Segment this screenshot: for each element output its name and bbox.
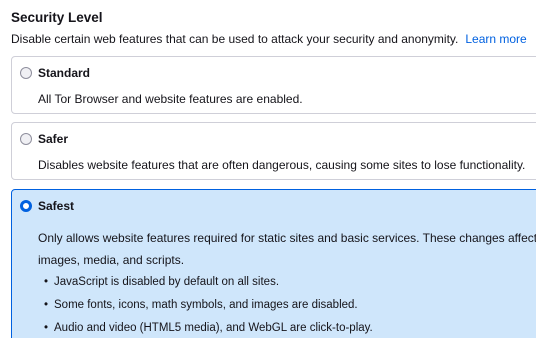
safest-description: Only allows website features required fo… bbox=[38, 231, 536, 267]
standard-label: Standard bbox=[38, 66, 91, 80]
security-level-safest-card[interactable]: Safest Only allows website features requ… bbox=[11, 189, 536, 338]
safest-details-list: JavaScript is disabled by default on all… bbox=[38, 271, 373, 338]
standard-radio-row[interactable]: Standard bbox=[20, 66, 90, 80]
safer-label: Safer bbox=[38, 132, 69, 146]
security-level-settings: Security Level Disable certain web featu… bbox=[0, 0, 536, 338]
safest-label: Safest bbox=[38, 199, 75, 213]
security-level-safer-card[interactable]: Safer Disables website features that are… bbox=[11, 122, 536, 180]
section-description: Disable certain web features that can be… bbox=[11, 31, 527, 47]
list-item: Audio and video (HTML5 media), and WebGL… bbox=[38, 317, 373, 338]
safer-radio-button[interactable] bbox=[20, 133, 32, 145]
learn-more-link[interactable]: Learn more bbox=[465, 32, 526, 46]
security-level-standard-card[interactable]: Standard All Tor Browser and website fea… bbox=[11, 56, 536, 114]
safer-radio-row[interactable]: Safer bbox=[20, 132, 68, 146]
safest-radio-button[interactable] bbox=[20, 200, 32, 212]
description-text: Disable certain web features that can be… bbox=[11, 32, 459, 46]
list-item: Some fonts, icons, math symbols, and ima… bbox=[38, 294, 373, 317]
section-title: Security Level bbox=[11, 10, 103, 25]
standard-description: All Tor Browser and website features are… bbox=[38, 92, 303, 106]
list-item: JavaScript is disabled by default on all… bbox=[38, 271, 373, 294]
standard-radio-button[interactable] bbox=[20, 67, 32, 79]
safer-description: Disables website features that are often… bbox=[38, 158, 526, 172]
safest-radio-row[interactable]: Safest bbox=[20, 199, 74, 213]
